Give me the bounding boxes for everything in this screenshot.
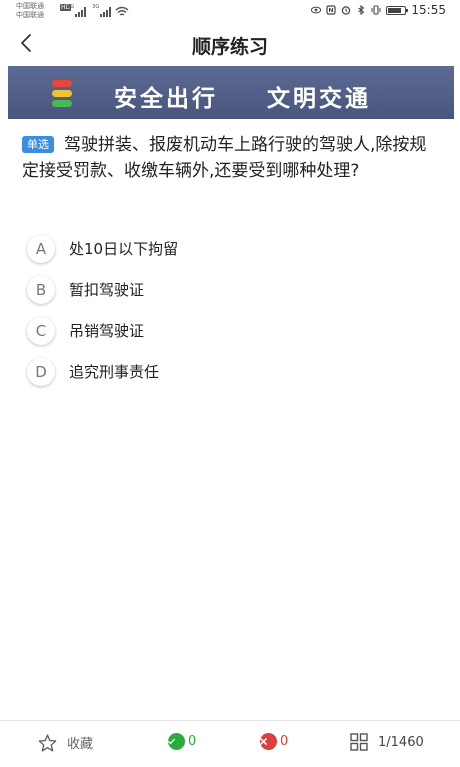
correct-count: 0 xyxy=(188,734,197,749)
status-bar: 中国联通 中国联通 HD 4G 3G 15:55 xyxy=(0,0,460,22)
question-block: 单选 驾驶拼装、报废机动车上路行驶的驾驶人,除按规定接受罚款、收缴车辆外,还要受到… xyxy=(22,132,440,184)
option-b[interactable]: B 暂扣驾驶证 xyxy=(27,269,427,310)
option-d[interactable]: D 追究刑事责任 xyxy=(27,351,427,392)
favorite-button[interactable]: 收藏 xyxy=(38,733,93,752)
correct-count-button[interactable]: 0 xyxy=(168,733,196,750)
network-type-2: 3G xyxy=(92,4,100,10)
wrong-count-button[interactable]: 0 xyxy=(260,733,288,750)
option-letter: B xyxy=(27,275,55,304)
option-letter: C xyxy=(27,316,55,345)
option-a[interactable]: A 处10日以下拘留 xyxy=(27,228,427,269)
option-letter: D xyxy=(27,357,55,386)
option-text: 暂扣驾驶证 xyxy=(69,281,145,299)
carrier-label-1: 中国联通 xyxy=(16,2,44,10)
banner-slogan-left: 安全出行 xyxy=(114,86,218,112)
carrier-label-2: 中国联通 xyxy=(16,11,44,19)
bottom-toolbar: 收藏 0 0 1/1460 xyxy=(0,720,460,767)
answer-options: A 处10日以下拘留 B 暂扣驾驶证 C 吊销驾驶证 D 追究刑事责任 xyxy=(27,228,427,392)
signal-indicators: HD 4G 3G xyxy=(60,3,129,17)
signal-icon: 3G xyxy=(92,4,112,17)
option-c[interactable]: C 吊销驾驶证 xyxy=(27,310,427,351)
status-right: 15:55 xyxy=(311,3,446,17)
traffic-light-icon xyxy=(52,80,72,108)
option-text: 追究刑事责任 xyxy=(69,363,160,381)
grid-icon xyxy=(350,733,368,751)
vibrate-icon xyxy=(371,5,381,15)
question-progress: 1/1460 xyxy=(378,734,424,750)
wrong-count: 0 xyxy=(280,734,289,749)
nfc-icon xyxy=(326,5,337,15)
alarm-icon xyxy=(342,6,351,15)
battery-icon xyxy=(386,5,409,15)
network-type-1: 4G xyxy=(67,4,75,10)
banner-slogan-right: 文明交通 xyxy=(267,86,371,112)
safety-banner: 安全出行 文明交通 xyxy=(8,66,454,119)
carrier-info: 中国联通 中国联通 xyxy=(16,2,44,20)
app-header: 顺序练习 xyxy=(0,22,460,66)
signal-icon: 4G xyxy=(67,4,87,17)
option-text: 吊销驾驶证 xyxy=(69,322,145,340)
wifi-icon xyxy=(115,6,129,16)
favorite-label: 收藏 xyxy=(67,737,94,752)
star-icon xyxy=(38,734,57,751)
eye-icon xyxy=(311,6,322,14)
cross-icon xyxy=(260,733,277,750)
question-type-badge: 单选 xyxy=(22,136,54,153)
question-text: 驾驶拼装、报废机动车上路行驶的驾驶人,除按规定接受罚款、收缴车辆外,还要受到哪种… xyxy=(22,135,427,181)
question-grid-button[interactable]: 1/1460 xyxy=(350,733,424,751)
option-text: 处10日以下拘留 xyxy=(69,240,179,258)
bluetooth-icon xyxy=(358,5,365,15)
page-title: 顺序练习 xyxy=(191,36,268,58)
option-letter: A xyxy=(27,234,55,263)
check-icon xyxy=(168,733,185,750)
clock-time: 15:55 xyxy=(411,3,446,17)
